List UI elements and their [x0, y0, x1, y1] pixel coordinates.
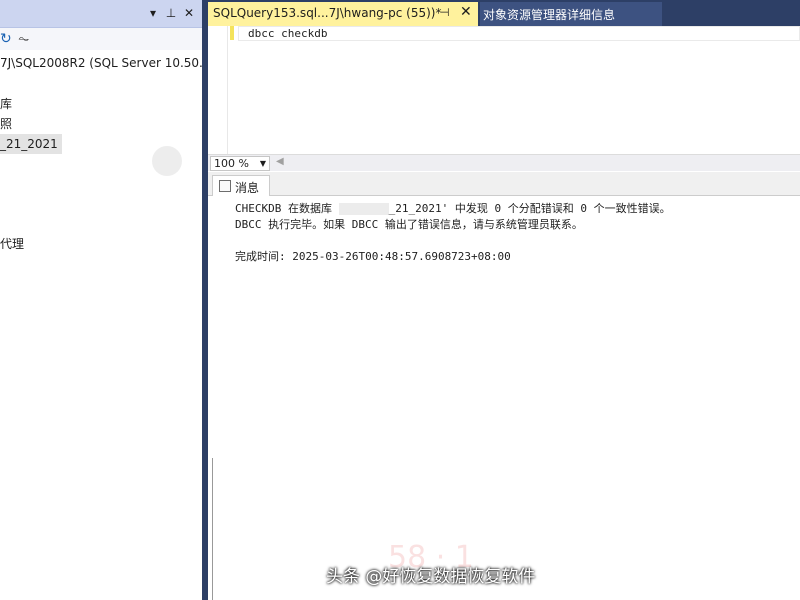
object-explorer-titlebar: ▾ ⊥ ✕: [0, 0, 202, 28]
tree-item-database-selected[interactable]: _21_2021: [0, 134, 62, 154]
close-icon[interactable]: ✕: [182, 5, 196, 21]
tab-close-icon[interactable]: ✕: [460, 4, 472, 20]
message-line-checkdb: CHECKDB 在数据库 _21_2021' 中发现 0 个分配错误和 0 个一…: [235, 200, 671, 216]
tree-item-snapshots[interactable]: 照: [0, 114, 12, 134]
tab-object-explorer-details[interactable]: 对象资源管理器详细信息: [480, 2, 662, 26]
results-tab-strip: 消息: [208, 172, 800, 196]
tree-item-sql-agent[interactable]: 代理: [0, 234, 24, 254]
messages-icon: [219, 180, 231, 192]
message-line-dbcc-complete: DBCC 执行完毕。如果 DBCC 输出了错误信息，请与系统管理员联系。: [235, 218, 583, 231]
editor-code-line[interactable]: dbcc checkdb: [248, 27, 327, 40]
editor-margin: [208, 26, 228, 154]
tree-item-databases[interactable]: 库: [0, 94, 12, 114]
message-line-completion-time: 完成时间: 2025-03-26T00:48:57.6908723+08:00: [235, 250, 511, 263]
chevron-down-icon: ▼: [259, 159, 266, 168]
dropdown-arrow-icon[interactable]: ▾: [146, 5, 160, 21]
scroll-left-icon[interactable]: ◀: [276, 156, 284, 167]
image-smudge: [152, 146, 182, 176]
tab-pin-icon[interactable]: ⊣: [440, 6, 450, 19]
messages-pane[interactable]: CHECKDB 在数据库 _21_2021' 中发现 0 个分配错误和 0 个一…: [208, 196, 800, 600]
document-area: SQLQuery153.sql...7J\hwang-pc (55))* ⊣ ✕…: [208, 0, 800, 600]
query-editor[interactable]: dbcc checkdb: [208, 26, 800, 154]
editor-status-bar: 100 % ▼ ◀: [208, 154, 800, 171]
zoom-select[interactable]: 100 % ▼: [210, 156, 270, 171]
watermark-text: 头条 @好恢复数据恢复软件: [326, 567, 536, 587]
activity-monitor-icon[interactable]: ⏦: [18, 30, 29, 48]
change-indicator: [230, 26, 234, 40]
tab-query-editor-label: SQLQuery153.sql...7J\hwang-pc (55))*: [213, 6, 442, 20]
redacted-database-name: [338, 203, 389, 215]
message-line-checkdb-suffix: _21_2021' 中发现 0 个分配错误和 0 个一致性错误。: [388, 202, 671, 215]
document-tab-strip: SQLQuery153.sql...7J\hwang-pc (55))* ⊣ ✕…: [208, 0, 800, 26]
tab-messages-label: 消息: [235, 181, 260, 195]
refresh-icon[interactable]: ↻: [0, 30, 12, 48]
messages-gutter-line: [212, 458, 213, 600]
object-explorer-toolbar: ↻ ⏦: [0, 28, 202, 50]
tab-messages[interactable]: 消息: [212, 175, 270, 196]
tab-object-explorer-details-label: 对象资源管理器详细信息: [483, 8, 616, 22]
message-line-checkdb-prefix: CHECKDB 在数据库: [235, 202, 339, 215]
pin-icon[interactable]: ⊥: [164, 5, 178, 21]
tab-query-editor[interactable]: SQLQuery153.sql...7J\hwang-pc (55))* ⊣ ✕: [208, 2, 478, 26]
zoom-value: 100 %: [214, 157, 249, 170]
tree-server-node[interactable]: 7J\SQL2008R2 (SQL Server 10.50.1: [0, 53, 211, 73]
object-explorer-panel: ▾ ⊥ ✕ ↻ ⏦ 7J\SQL2008R2 (SQL Server 10.50…: [0, 0, 211, 600]
